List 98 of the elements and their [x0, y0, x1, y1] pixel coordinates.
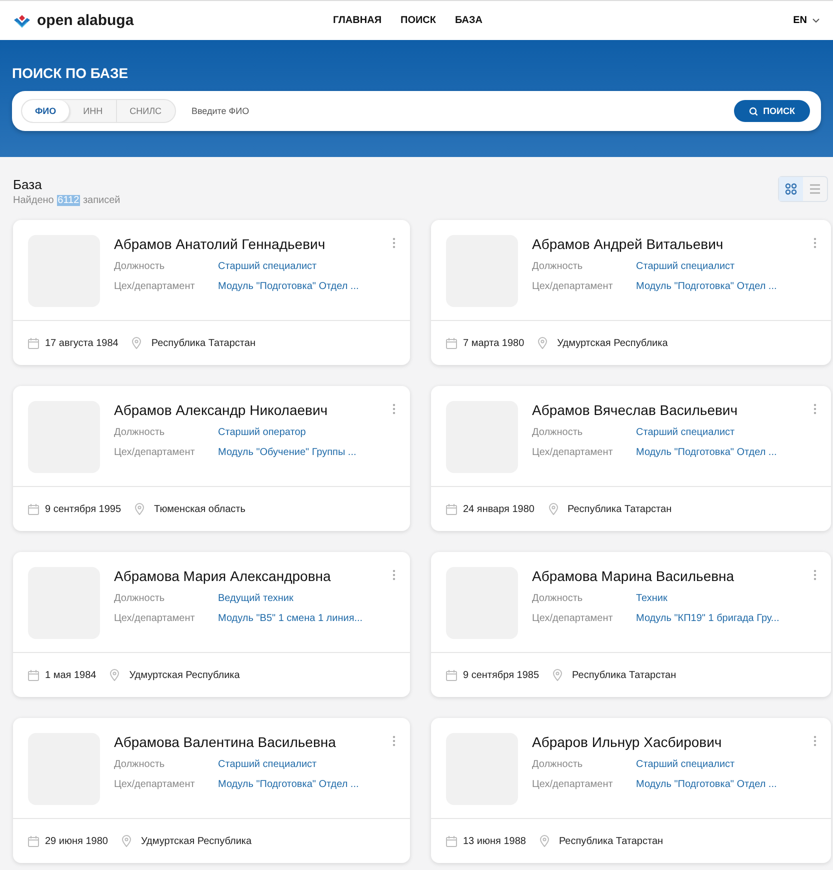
- language-selector[interactable]: EN: [793, 15, 807, 26]
- birth-date: 9 сентября 1985: [463, 670, 540, 680]
- field-value[interactable]: Старший специалист: [218, 261, 317, 272]
- search-icon[interactable]: [749, 106, 758, 116]
- region: Республика Татарстан: [572, 670, 676, 680]
- field-label: Цех/департамент: [532, 447, 614, 458]
- field-value[interactable]: Ведущий техник: [218, 593, 294, 604]
- calendar-icon: [28, 670, 39, 680]
- region: Удмуртская Республика: [140, 836, 252, 846]
- person-name[interactable]: Абрамов Андрей Витальевич: [532, 236, 813, 252]
- search-mode-tab[interactable]: ИНН: [70, 100, 117, 122]
- grid-icon[interactable]: [785, 183, 797, 195]
- field-label: Должность: [532, 593, 584, 604]
- section-title: База: [13, 177, 43, 192]
- field-value[interactable]: Старший специалист: [636, 261, 735, 272]
- field-value[interactable]: Модуль "Обучение" Группы ...: [218, 447, 356, 458]
- field-value[interactable]: Модуль "Подготовка" Отдел ...: [636, 779, 777, 790]
- field-label: Должность: [532, 261, 584, 272]
- location-pin-icon: [132, 337, 142, 349]
- field-value[interactable]: Старший специалист: [636, 427, 735, 438]
- calendar-icon: [28, 338, 39, 348]
- results-count: Найдено 6112 записей: [13, 195, 120, 206]
- field-label: Цех/департамент: [532, 779, 614, 790]
- field-label: Цех/департамент: [532, 281, 614, 292]
- birth-date: 17 августа 1984: [45, 338, 118, 348]
- region: Республика Татарстан: [558, 836, 664, 846]
- field-label: Цех/департамент: [114, 281, 196, 292]
- person-name[interactable]: Абрамов Александр Николаевич: [114, 402, 392, 418]
- field-label: Должность: [114, 759, 166, 770]
- more-options-icon[interactable]: [813, 735, 817, 747]
- field-label: Цех/департамент: [532, 613, 614, 624]
- list-icon[interactable]: [809, 184, 821, 194]
- birth-date: 1 мая 1984: [45, 670, 96, 680]
- field-label: Должность: [532, 427, 584, 438]
- person-name[interactable]: Абрамова Валентина Васильевна: [114, 734, 392, 750]
- page-title: ПОИСК ПО БАЗЕ: [12, 65, 130, 81]
- field-value[interactable]: Модуль "Подготовка" Отдел ...: [636, 447, 777, 458]
- field-value[interactable]: Модуль "КП19" 1 бригада Гру...: [636, 613, 780, 624]
- region: Тюменская область: [154, 504, 246, 514]
- grid-view-button[interactable]: [779, 177, 803, 201]
- field-value[interactable]: Модуль "Подготовка" Отдел ...: [218, 281, 359, 292]
- search-mode-tab[interactable]: СНИЛС: [116, 100, 174, 122]
- person-name[interactable]: Абраров Ильнур Хасбирович: [532, 734, 813, 750]
- calendar-icon: [446, 504, 457, 514]
- more-options-icon[interactable]: [813, 569, 817, 581]
- search-mode-tab[interactable]: ФИО: [22, 100, 70, 122]
- field-label: Цех/департамент: [114, 613, 196, 624]
- field-label: Должность: [114, 427, 166, 438]
- search-button[interactable]: ПОИСК: [734, 100, 810, 122]
- field-value[interactable]: Техник: [636, 593, 668, 604]
- calendar-icon: [446, 338, 457, 348]
- birth-date: 24 января 1980: [463, 504, 534, 514]
- location-pin-icon: [548, 503, 558, 515]
- calendar-icon: [446, 670, 457, 680]
- person-name[interactable]: Абрамов Вячеслав Васильевич: [532, 402, 813, 418]
- birth-date: 13 июня 1988: [463, 836, 526, 846]
- more-options-icon[interactable]: [813, 403, 817, 415]
- birth-date: 7 марта 1980: [463, 338, 524, 348]
- field-value[interactable]: Старший специалист: [636, 759, 735, 770]
- field-label: Цех/департамент: [114, 447, 196, 458]
- chevron-down-icon[interactable]: [812, 18, 820, 23]
- person-name[interactable]: Абрамова Мария Александровна: [114, 568, 392, 584]
- more-options-icon[interactable]: [813, 237, 817, 249]
- nav-link[interactable]: ПОИСК: [400, 15, 436, 26]
- field-label: Цех/департамент: [114, 779, 196, 790]
- location-pin-icon: [538, 337, 548, 349]
- region: Республика Татарстан: [151, 338, 256, 348]
- field-label: Должность: [114, 261, 166, 272]
- calendar-icon: [446, 836, 457, 846]
- birth-date: 9 сентября 1995: [45, 504, 122, 514]
- location-pin-icon: [135, 503, 144, 515]
- person-name[interactable]: Абрамов Анатолий Геннадьевич: [114, 236, 392, 252]
- location-pin-icon: [540, 835, 549, 847]
- region: Удмуртская Республика: [557, 338, 668, 348]
- logo-text[interactable]: open alabuga: [37, 12, 134, 29]
- nav-link[interactable]: БАЗА: [455, 15, 483, 26]
- more-options-icon[interactable]: [392, 735, 396, 747]
- nav-link[interactable]: ГЛАВНАЯ: [333, 15, 382, 26]
- location-pin-icon: [553, 669, 562, 681]
- region: Республика Татарстан: [568, 504, 672, 514]
- field-value[interactable]: Модуль "Подготовка" Отдел ...: [636, 281, 777, 292]
- calendar-icon: [28, 504, 39, 514]
- field-label: Должность: [114, 593, 166, 604]
- location-pin-icon: [110, 669, 120, 681]
- field-value[interactable]: Модуль "Подготовка" Отдел ...: [218, 779, 359, 790]
- more-options-icon[interactable]: [392, 569, 396, 581]
- field-label: Должность: [532, 759, 584, 770]
- region: Удмуртская Республика: [129, 670, 240, 680]
- location-pin-icon: [122, 835, 131, 847]
- calendar-icon: [28, 836, 39, 846]
- more-options-icon[interactable]: [392, 237, 396, 249]
- person-name[interactable]: Абрамова Марина Васильевна: [532, 568, 813, 584]
- field-value[interactable]: Модуль "В5" 1 смена 1 линия...: [218, 613, 363, 624]
- birth-date: 29 июня 1980: [45, 836, 108, 846]
- field-value[interactable]: Старший оператор: [218, 427, 306, 438]
- logo-icon: [13, 12, 31, 28]
- more-options-icon[interactable]: [392, 403, 396, 415]
- field-value[interactable]: Старший специалист: [218, 759, 317, 770]
